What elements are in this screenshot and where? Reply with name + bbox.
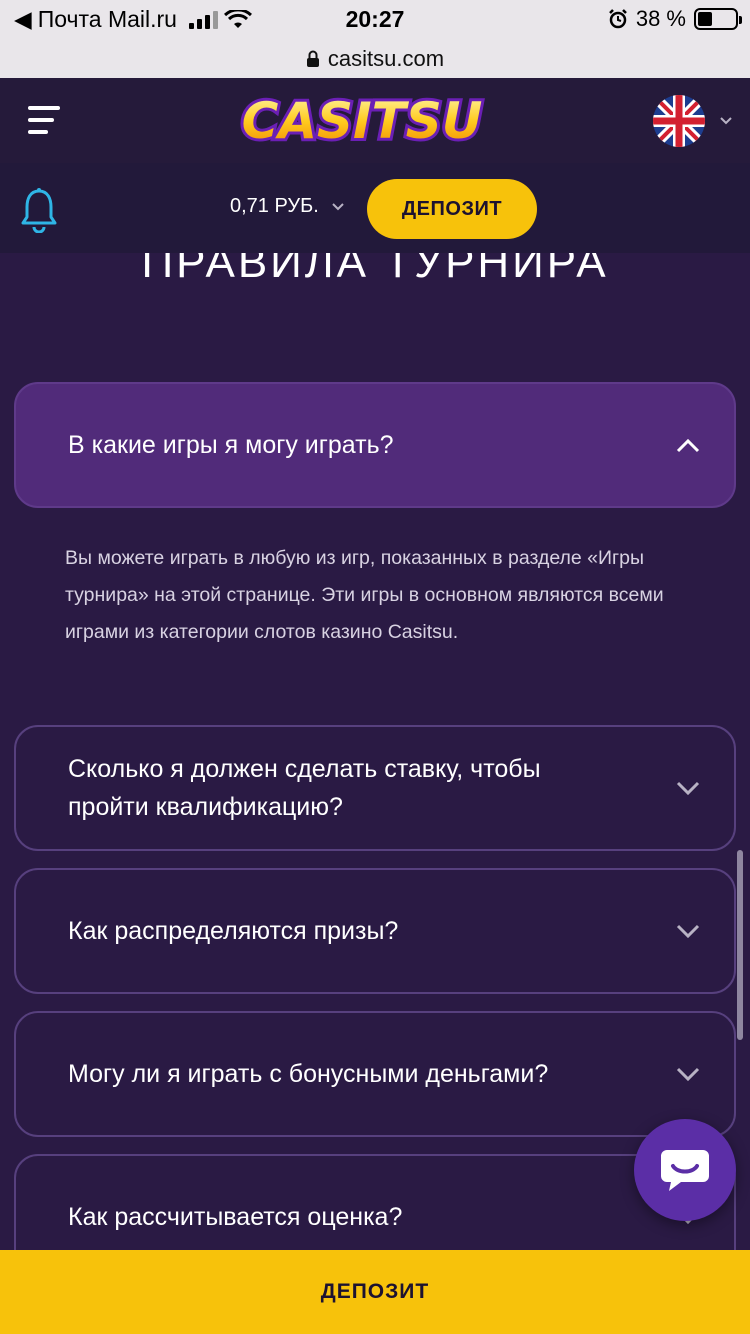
alarm-icon — [608, 9, 627, 29]
url-domain: casitsu.com — [327, 46, 445, 71]
uk-flag-icon — [653, 95, 705, 147]
deposit-bottom-button[interactable]: ДЕПОЗИТ — [0, 1250, 750, 1334]
svg-text:CASITSU: CASITSU — [242, 92, 483, 150]
chevron-down-icon[interactable] — [676, 780, 700, 796]
faq-question: Как распределяются призы? — [68, 917, 399, 945]
chevron-down-icon[interactable] — [676, 923, 700, 939]
faq-item-bonus[interactable]: Могу ли я играть с бонусными деньгами? — [14, 1011, 736, 1137]
faq-question: Могу ли я играть с бонусными деньгами? — [68, 1060, 549, 1088]
balance-bar: 0,71 РУБ. ДЕПОЗИТ — [0, 163, 750, 253]
status-bar: ◀ Почта Mail.ru 20:27 38 % — [0, 0, 750, 40]
site-header: CASITSU — [0, 78, 750, 163]
language-selector[interactable] — [653, 94, 743, 148]
url-bar[interactable]: casitsu.com — [0, 40, 750, 78]
chevron-up-icon[interactable] — [676, 437, 700, 453]
chevron-down-icon — [332, 202, 344, 210]
faq-answer: Вы можете играть в любую из игр, показан… — [65, 547, 664, 643]
battery-icon — [694, 8, 742, 30]
lock-icon — [306, 50, 319, 67]
faq-question: Сколько я должен сделать ставку, чтобы п… — [68, 755, 541, 821]
casitsu-logo[interactable]: CASITSU — [232, 88, 492, 152]
chevron-down-icon — [720, 117, 732, 125]
faq-question: В какие игры я могу играть? — [68, 431, 394, 459]
balance-amount: 0,71 РУБ. — [230, 195, 319, 217]
chevron-down-icon[interactable] — [676, 1066, 700, 1082]
chat-bubble-icon — [661, 1150, 709, 1191]
faq-item-games[interactable]: В какие игры я могу играть? — [14, 382, 736, 508]
balance-dropdown[interactable]: 0,71 РУБ. — [230, 195, 345, 218]
deposit-button[interactable]: ДЕПОЗИТ — [367, 179, 537, 239]
faq-item-prizes[interactable]: Как распределяются призы? — [14, 868, 736, 994]
live-chat-button[interactable] — [634, 1119, 736, 1221]
bell-icon[interactable] — [20, 187, 58, 233]
scrollbar[interactable] — [737, 850, 743, 1040]
faq-item-wager[interactable]: Сколько я должен сделать ставку, чтобы п… — [14, 725, 736, 851]
battery-percent: 38 % — [635, 6, 686, 31]
hamburger-menu-icon[interactable] — [28, 102, 62, 138]
